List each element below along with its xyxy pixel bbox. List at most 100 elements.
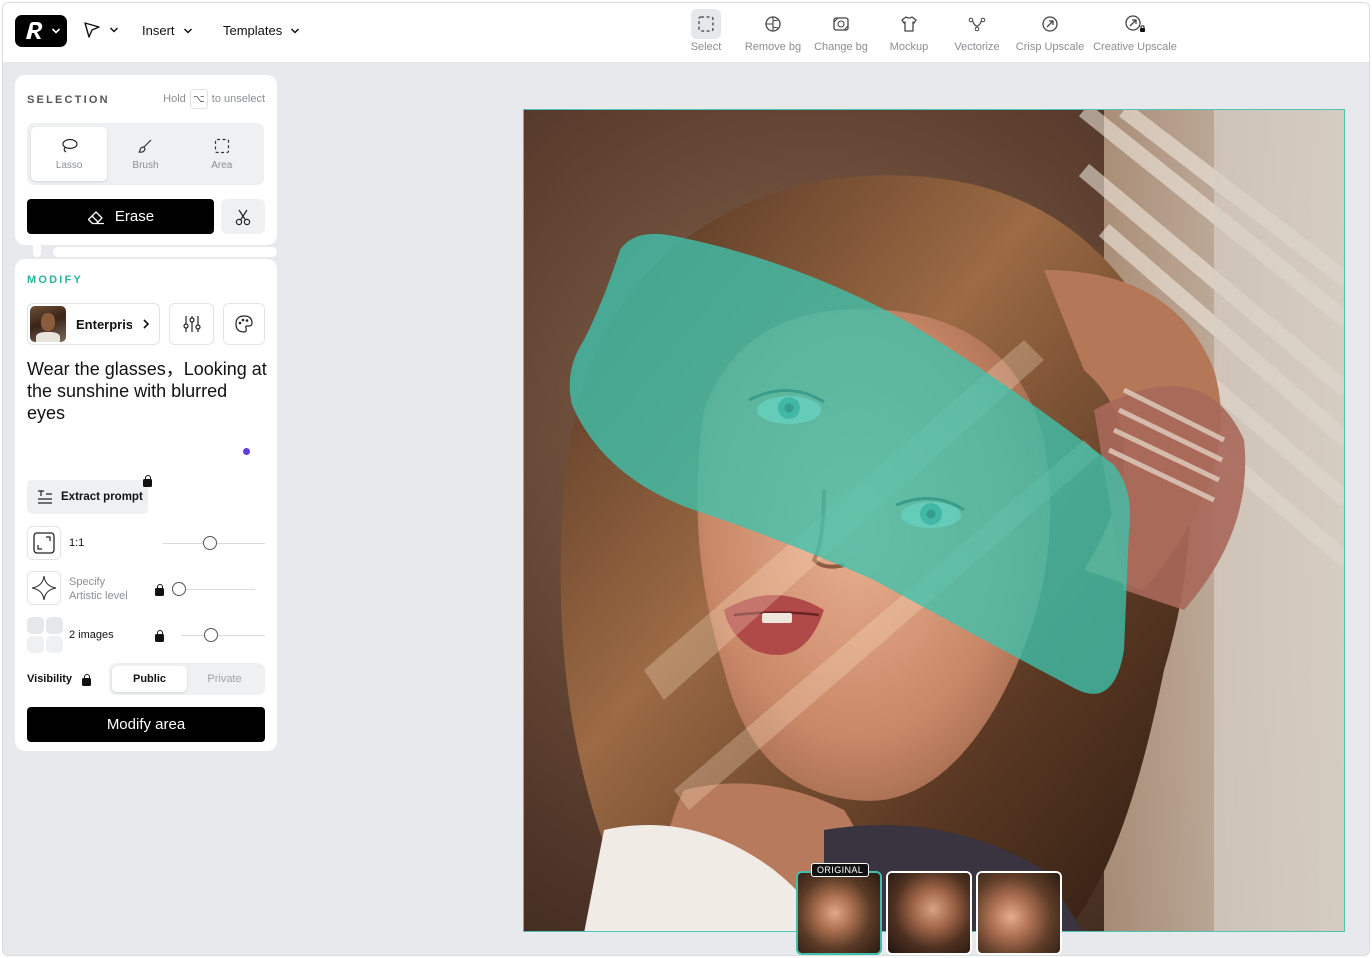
tool-crisp-upscale[interactable]: Crisp Upscale xyxy=(1009,9,1091,53)
chevron-down-icon xyxy=(291,27,300,34)
unselect-hint: Hold ⌥ to unselect xyxy=(163,89,265,109)
modify-title: MODIFY xyxy=(27,274,83,286)
option-key-icon: ⌥ xyxy=(189,89,208,109)
scissors-icon xyxy=(235,209,251,225)
chevron-down-icon xyxy=(109,27,119,33)
tool-vectorize[interactable]: Vectorize xyxy=(945,9,1009,53)
visibility-label: Visibility xyxy=(27,673,73,685)
erase-button[interactable]: Erase xyxy=(27,199,214,234)
tool-label: Mockup xyxy=(889,41,929,53)
area-icon xyxy=(214,138,229,153)
extract-label: Extract prompt xyxy=(61,491,143,503)
images-count-slider[interactable] xyxy=(181,635,265,636)
canvas-image[interactable] xyxy=(523,109,1345,932)
tool-change-bg[interactable]: Change bg xyxy=(809,9,873,53)
logo-icon xyxy=(26,22,43,39)
top-toolbar: Insert Templates Select Remove bg Change… xyxy=(3,3,1369,63)
chevron-down-icon xyxy=(51,28,61,34)
visibility-private[interactable]: Private xyxy=(187,666,262,692)
tool-select[interactable]: Select xyxy=(675,9,737,53)
sliders-icon xyxy=(182,316,201,332)
chevron-down-icon xyxy=(183,27,192,34)
modify-area-button[interactable]: Modify area xyxy=(27,707,265,742)
tool-label: Vectorize xyxy=(954,41,1000,53)
extract-icon xyxy=(38,490,52,504)
status-dot xyxy=(243,448,250,455)
tool-label: Crisp Upscale xyxy=(1015,41,1085,53)
visibility-switch: Public Private xyxy=(109,663,265,695)
tool-creative-upscale[interactable]: Creative Upscale xyxy=(1091,9,1179,53)
image-grid-icon xyxy=(27,617,63,653)
adjust-settings-button[interactable] xyxy=(169,303,214,345)
eraser-icon xyxy=(87,210,104,224)
insert-label: Insert xyxy=(142,23,175,38)
prompt-text[interactable]: Wear the glasses，Looking at the sunshine… xyxy=(27,358,267,424)
modify-panel: MODIFY Enterprise Wear the glasses，Looki… xyxy=(15,259,277,751)
chevron-right-icon xyxy=(143,319,150,329)
insert-dropdown[interactable]: Insert xyxy=(142,23,193,38)
tool-mockup[interactable]: Mockup xyxy=(873,9,945,53)
selection-title: SELECTION xyxy=(27,94,110,106)
thumbnail-variant-1[interactable] xyxy=(886,871,972,955)
tool-label: Change bg xyxy=(814,41,868,53)
brush-icon xyxy=(138,139,152,153)
change-bg-icon xyxy=(826,9,856,39)
palette-icon xyxy=(235,315,253,333)
artistic-level-knob[interactable] xyxy=(172,582,186,596)
mode-brush[interactable]: Brush xyxy=(107,127,183,181)
visibility-public[interactable]: Public xyxy=(112,666,187,692)
images-count-knob[interactable] xyxy=(204,628,218,642)
cut-button[interactable] xyxy=(221,199,265,234)
lock-icon xyxy=(155,629,164,647)
mode-label: Brush xyxy=(132,159,159,171)
selection-mode-switch: Lasso Brush Area xyxy=(27,123,264,185)
mode-area[interactable]: Area xyxy=(184,127,260,181)
templates-label: Templates xyxy=(223,23,283,38)
model-selector[interactable]: Enterprise xyxy=(27,303,160,345)
mode-label: Area xyxy=(211,159,233,171)
hint-suffix: to unselect xyxy=(211,93,265,105)
lock-icon xyxy=(143,474,152,492)
sparkle-icon xyxy=(27,571,61,605)
tool-label: Select xyxy=(690,41,722,53)
selection-panel: SELECTION Hold ⌥ to unselect Lasso Brush… xyxy=(15,75,277,245)
tshirt-icon xyxy=(894,9,924,39)
templates-dropdown[interactable]: Templates xyxy=(223,23,300,38)
ai-tools-bar: Select Remove bg Change bg Mockup Vector… xyxy=(675,9,1179,53)
aspect-ratio-icon[interactable] xyxy=(27,526,61,560)
artistic-label-line2: Artistic level xyxy=(69,590,128,602)
mode-label: Lasso xyxy=(55,159,83,171)
extract-prompt-button[interactable]: Extract prompt xyxy=(27,480,148,514)
crisp-upscale-icon xyxy=(1035,9,1065,39)
portrait-photo xyxy=(524,110,1344,931)
pointer-icon xyxy=(84,22,100,38)
images-count-label: 2 images xyxy=(69,629,114,641)
select-icon xyxy=(691,9,721,39)
lock-icon xyxy=(82,673,91,691)
artistic-label-line1: Specify xyxy=(69,576,106,588)
vectorize-icon xyxy=(962,9,992,39)
logo-menu-button[interactable] xyxy=(15,15,67,47)
remove-bg-icon xyxy=(758,9,788,39)
artistic-level-slider[interactable] xyxy=(175,589,255,590)
pointer-tool-dropdown[interactable] xyxy=(83,21,119,39)
thumbnail-original[interactable] xyxy=(796,871,882,955)
tool-label: Creative Upscale xyxy=(1093,41,1177,53)
hint-prefix: Hold xyxy=(163,93,186,105)
tool-label: Remove bg xyxy=(744,41,802,53)
aspect-ratio-knob[interactable] xyxy=(203,536,217,550)
model-avatar xyxy=(30,306,66,342)
erase-label: Erase xyxy=(114,208,155,225)
style-palette-button[interactable] xyxy=(223,303,265,345)
thumbnail-variant-2[interactable] xyxy=(976,871,1062,955)
tool-remove-bg[interactable]: Remove bg xyxy=(737,9,809,53)
model-label: Enterprise xyxy=(76,316,132,332)
original-badge: ORIGINAL xyxy=(811,863,870,877)
panel-connector xyxy=(33,245,41,257)
lasso-icon xyxy=(62,138,78,152)
app-window: Insert Templates Select Remove bg Change… xyxy=(2,2,1370,956)
creative-upscale-icon xyxy=(1120,9,1150,39)
mode-lasso[interactable]: Lasso xyxy=(31,127,108,181)
lock-icon xyxy=(155,583,164,601)
panel-connector-bar xyxy=(53,247,277,257)
